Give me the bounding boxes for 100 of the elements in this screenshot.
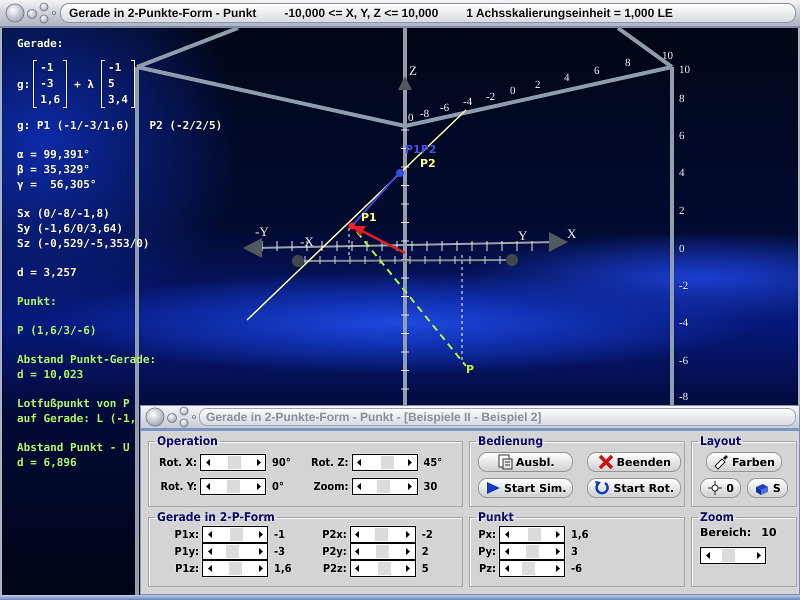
scrollbar[interactable]	[350, 543, 416, 560]
scale-info: 1 Achsskalierungseinheit = 1,000 LE	[466, 6, 673, 20]
line-info-text: d = 3,257	[17, 265, 77, 280]
right-arrow-icon[interactable]	[408, 458, 412, 466]
left-arrow-icon[interactable]	[355, 531, 360, 538]
scale-label: -8	[679, 391, 688, 403]
slider-value: 5	[422, 562, 429, 575]
left-arrow-icon[interactable]	[208, 531, 212, 538]
rotate-icon	[594, 480, 610, 496]
origin-button[interactable]: 0	[700, 478, 741, 498]
slider-thumb[interactable]	[380, 456, 394, 468]
slider-thumb[interactable]	[226, 545, 239, 558]
left-arrow-icon[interactable]	[504, 565, 508, 572]
matrix-bracket	[130, 60, 135, 108]
slider-value: 2	[422, 545, 429, 558]
slider-thumb[interactable]	[526, 545, 538, 558]
slider-label: P2z:	[322, 562, 347, 575]
right-arrow-icon[interactable]	[556, 565, 560, 572]
equation-operator: + λ	[73, 76, 95, 92]
close-icon	[598, 454, 614, 470]
left-arrow-icon[interactable]	[504, 548, 508, 555]
slider-thumb[interactable]	[722, 549, 734, 562]
scrollbar[interactable]	[202, 526, 268, 543]
scrollbar[interactable]	[350, 526, 416, 543]
scale-label: 10	[662, 50, 673, 62]
slider-thumb[interactable]	[522, 562, 535, 575]
right-arrow-icon[interactable]	[258, 548, 262, 555]
slider-thumb[interactable]	[376, 480, 390, 492]
equation-label: g:	[17, 76, 30, 92]
colors-button[interactable]: Farben	[706, 452, 782, 472]
scrollbar[interactable]	[700, 547, 766, 564]
scrollbar[interactable]	[499, 526, 565, 543]
scale-label: -6	[440, 102, 450, 114]
left-arrow-icon[interactable]	[706, 552, 710, 559]
scale-label: 4	[564, 72, 570, 84]
slider-thumb[interactable]	[226, 480, 240, 492]
left-arrow-icon[interactable]	[355, 565, 360, 572]
point-label: P2	[420, 157, 436, 170]
left-arrow-icon[interactable]	[504, 531, 508, 538]
hide-button[interactable]: Ausbl.	[478, 452, 574, 472]
dialog-title: Gerade in 2-Punkte-Form - Punkt - [Beispiele II - Beispiel 2]	[199, 408, 796, 426]
scrollbar[interactable]	[200, 454, 266, 470]
scrollbar[interactable]	[202, 560, 268, 577]
left-arrow-icon[interactable]	[208, 548, 212, 555]
scrollbar[interactable]	[499, 560, 565, 577]
right-arrow-icon[interactable]	[256, 458, 260, 466]
right-arrow-icon[interactable]	[556, 531, 560, 538]
left-arrow-icon[interactable]	[208, 565, 212, 572]
slider-label: Rot. Z:	[310, 456, 348, 468]
slider-thumb[interactable]	[375, 528, 388, 541]
group-title: Gerade in 2-P-Form	[156, 510, 276, 524]
right-arrow-icon[interactable]	[408, 482, 412, 490]
vector-entry: 3,4	[108, 92, 128, 108]
solid-button[interactable]: S	[746, 478, 788, 498]
right-arrow-icon[interactable]	[256, 482, 260, 490]
slider-thumb[interactable]	[228, 456, 241, 468]
slider-value: 30	[424, 480, 438, 492]
scrollbar[interactable]	[499, 543, 565, 560]
left-arrow-icon[interactable]	[355, 548, 360, 555]
left-arrow-icon[interactable]	[357, 482, 361, 490]
group-title: Punkt	[477, 510, 515, 524]
right-arrow-icon[interactable]	[556, 548, 560, 555]
left-arrow-icon[interactable]	[206, 482, 210, 490]
vector-entry: -1	[40, 60, 54, 76]
scale-label: -4	[463, 96, 472, 108]
scale-label: 10	[679, 64, 690, 76]
slider-thumb[interactable]	[228, 562, 242, 575]
vector-entry: 1,6	[40, 92, 60, 108]
left-arrow-icon[interactable]	[357, 458, 361, 466]
scrollbar[interactable]	[352, 478, 418, 494]
line-info-text: g: P1 (-1/-3/1,6) P2 (-2/2/5)	[17, 118, 222, 133]
slider-thumb[interactable]	[378, 562, 391, 575]
window-controls-icon[interactable]	[144, 406, 196, 428]
right-arrow-icon[interactable]	[258, 531, 262, 538]
right-arrow-icon[interactable]	[406, 548, 410, 555]
window-controls-icon[interactable]	[4, 2, 56, 24]
slider-label: P2x:	[321, 528, 347, 541]
scrollbar[interactable]	[200, 478, 266, 494]
right-arrow-icon[interactable]	[406, 531, 410, 538]
start-rotation-button[interactable]: Start Rot.	[587, 478, 682, 498]
matrix-bracket	[33, 60, 38, 108]
left-arrow-icon[interactable]	[206, 458, 210, 466]
slider-thumb[interactable]	[528, 528, 541, 541]
quit-button[interactable]: Beenden	[587, 452, 682, 472]
line-info-text: Sy (-1,6/0/3,64)	[17, 221, 123, 236]
right-arrow-icon[interactable]	[756, 552, 760, 559]
scrollbar[interactable]	[350, 560, 416, 577]
slider-thumb[interactable]	[230, 528, 243, 541]
point-info-text: P (1,6/3/-6)	[17, 323, 96, 338]
right-arrow-icon[interactable]	[406, 565, 410, 572]
scrollbar[interactable]	[352, 454, 418, 470]
slider-thumb[interactable]	[376, 545, 390, 558]
line-info-text: Sx (0/-8/-1,8)	[17, 206, 110, 221]
right-arrow-icon[interactable]	[258, 565, 262, 572]
start-simulation-button[interactable]: Start Sim.	[478, 478, 574, 498]
vector-entry: -3	[40, 76, 54, 92]
slider-value: 1,6	[571, 528, 589, 541]
scrollbar[interactable]	[202, 543, 268, 560]
point-info-text: Lotfußpunkt von P	[17, 396, 130, 411]
scale-label: 0	[679, 243, 684, 255]
